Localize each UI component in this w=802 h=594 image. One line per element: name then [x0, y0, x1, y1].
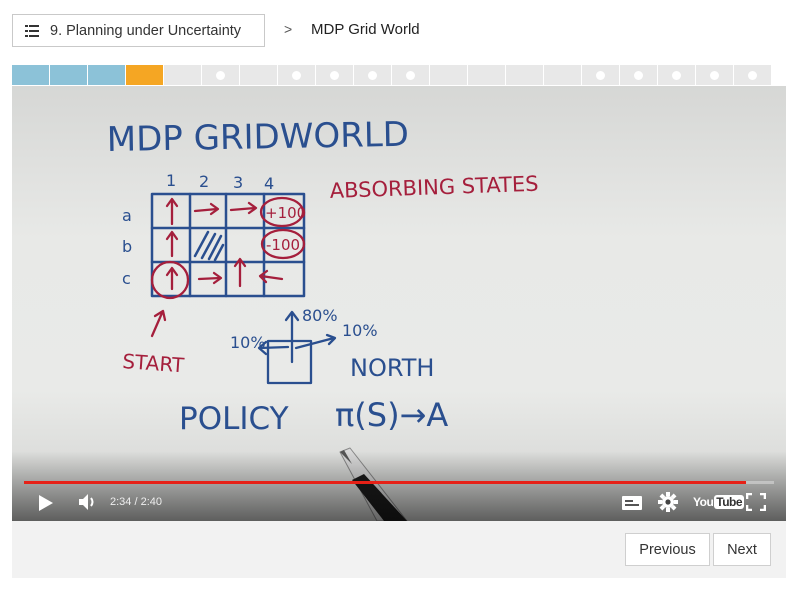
- quiz-dot-icon: [216, 70, 225, 80]
- lesson-progress-bar: [12, 65, 802, 85]
- col-label-1: 1: [166, 171, 176, 190]
- video-time: 2:34 / 2:40: [110, 496, 162, 508]
- reward-plus: +100: [265, 204, 306, 222]
- policy-formula: π(S)→A: [335, 396, 448, 434]
- quiz-dot-icon: [748, 70, 757, 80]
- volume-icon[interactable]: [78, 493, 98, 511]
- page-title: MDP Grid World: [311, 21, 420, 38]
- scrubber-played: [24, 481, 746, 484]
- list-icon: [25, 24, 39, 37]
- progress-segment-4[interactable]: [126, 65, 163, 85]
- progress-segment-13[interactable]: [468, 65, 505, 85]
- progress-segment-18[interactable]: [658, 65, 695, 85]
- pct-right: 10%: [342, 321, 378, 340]
- progress-segment-10[interactable]: [354, 65, 391, 85]
- quiz-dot-icon: [368, 70, 377, 80]
- lesson-footer: Previous Next: [12, 521, 786, 578]
- progress-segment-16[interactable]: [582, 65, 619, 85]
- video-scrubber[interactable]: [24, 481, 774, 484]
- youtube-logo-icon[interactable]: You Tube: [693, 495, 745, 509]
- col-label-2: 2: [199, 172, 209, 191]
- fullscreen-icon[interactable]: [746, 493, 766, 511]
- row-label-c: c: [122, 269, 131, 288]
- progress-segment-7[interactable]: [240, 65, 277, 85]
- quiz-dot-icon: [710, 70, 719, 80]
- board-absorbing-label: ABSORBING STATES: [329, 172, 539, 203]
- progress-segment-15[interactable]: [544, 65, 581, 85]
- progress-segment-9[interactable]: [316, 65, 353, 85]
- settings-gear-icon[interactable]: [658, 492, 678, 512]
- start-label: START: [122, 349, 186, 377]
- course-menu-label: 9. Planning under Uncertainty: [50, 22, 242, 39]
- pct-north: 80%: [302, 306, 338, 325]
- previous-button[interactable]: Previous: [625, 533, 710, 566]
- quiz-dot-icon: [672, 70, 681, 80]
- progress-segment-6[interactable]: [202, 65, 239, 85]
- progress-segment-1[interactable]: [12, 65, 49, 85]
- progress-segment-14[interactable]: [506, 65, 543, 85]
- row-label-b: b: [122, 237, 132, 256]
- video-player[interactable]: MDP GRIDWORLD ABSORBING STATES 1 2 3 4 a…: [12, 86, 786, 521]
- progress-segment-8[interactable]: [278, 65, 315, 85]
- quiz-dot-icon: [406, 70, 415, 80]
- play-icon[interactable]: [38, 494, 54, 512]
- quiz-dot-icon: [292, 70, 301, 80]
- progress-segment-3[interactable]: [88, 65, 125, 85]
- progress-segment-12[interactable]: [430, 65, 467, 85]
- progress-segment-5[interactable]: [164, 65, 201, 85]
- quiz-dot-icon: [596, 70, 605, 80]
- progress-segment-19[interactable]: [696, 65, 733, 85]
- progress-segment-17[interactable]: [620, 65, 657, 85]
- next-button[interactable]: Next: [713, 533, 771, 566]
- pct-left: 10%: [230, 333, 266, 352]
- row-label-a: a: [122, 206, 132, 225]
- policy-label: POLICY: [179, 401, 289, 437]
- course-menu-button[interactable]: 9. Planning under Uncertainty: [12, 14, 265, 47]
- quiz-dot-icon: [330, 70, 339, 80]
- col-label-3: 3: [233, 173, 243, 192]
- col-label-4: 4: [264, 174, 274, 193]
- progress-segment-20[interactable]: [734, 65, 771, 85]
- breadcrumb-separator: >: [284, 21, 293, 37]
- progress-segment-2[interactable]: [50, 65, 87, 85]
- reward-minus: -100: [266, 236, 300, 254]
- quiz-dot-icon: [634, 70, 643, 80]
- board-title: MDP GRIDWORLD: [106, 115, 409, 160]
- progress-segment-11[interactable]: [392, 65, 429, 85]
- north-label: NORTH: [350, 354, 434, 382]
- captions-icon[interactable]: [622, 496, 642, 510]
